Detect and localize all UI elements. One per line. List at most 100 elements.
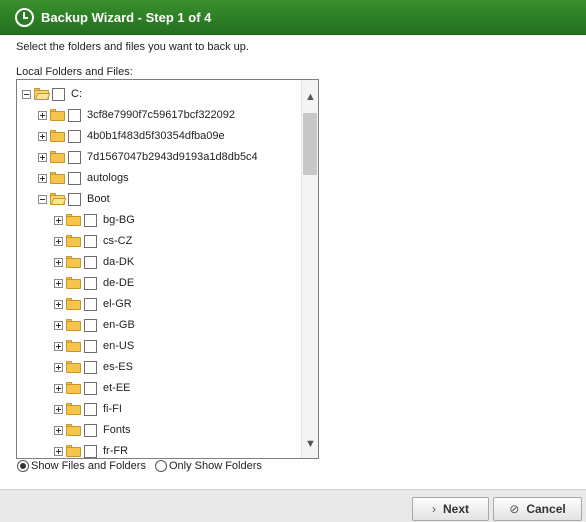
folder-tree[interactable]: ▲ ▼ C: 3cf8e7990f7c59617bcf322092 4b0b1f48…: [16, 79, 319, 459]
tree-node[interactable]: cs-CZ: [54, 231, 132, 251]
tree-node[interactable]: en-GB: [54, 315, 135, 335]
expand-toggle-icon[interactable]: [54, 362, 63, 372]
expand-toggle-icon[interactable]: [54, 446, 63, 456]
node-label[interactable]: el-GR: [103, 298, 132, 310]
folder-icon: [66, 340, 81, 352]
window-title: Backup Wizard - Step 1 of 4: [41, 9, 212, 25]
node-label[interactable]: Fonts: [103, 424, 131, 436]
expand-toggle-icon[interactable]: [54, 341, 63, 351]
expand-toggle-icon[interactable]: [54, 320, 63, 330]
node-label[interactable]: Boot: [87, 193, 110, 205]
expand-toggle-icon[interactable]: [54, 215, 63, 225]
tree-node[interactable]: fi-FI: [54, 399, 122, 419]
tree-node[interactable]: en-US: [54, 336, 134, 356]
node-label[interactable]: 4b0b1f483d5f30354dfba09e: [87, 130, 225, 142]
scroll-thumb[interactable]: [303, 113, 317, 175]
expand-toggle-icon[interactable]: [54, 278, 63, 288]
node-label[interactable]: en-GB: [103, 319, 135, 331]
folder-icon: [66, 277, 81, 289]
tree-node[interactable]: et-EE: [54, 378, 131, 398]
tree-node[interactable]: autologs: [38, 168, 129, 188]
node-checkbox[interactable]: [52, 87, 65, 101]
option-show-files-and-folders[interactable]: Show Files and Folders: [17, 460, 146, 472]
tree-node[interactable]: C:: [22, 84, 82, 104]
tree-scrollbar[interactable]: ▲ ▼: [301, 80, 318, 458]
node-checkbox[interactable]: [68, 192, 81, 206]
node-checkbox[interactable]: [84, 234, 97, 248]
tree-node[interactable]: 4b0b1f483d5f30354dfba09e: [38, 126, 225, 146]
node-checkbox[interactable]: [84, 255, 97, 269]
folder-icon: [66, 361, 81, 373]
node-label[interactable]: 3cf8e7990f7c59617bcf322092: [87, 109, 235, 121]
node-label[interactable]: bg-BG: [103, 214, 135, 226]
node-checkbox[interactable]: [84, 444, 97, 458]
expand-toggle-icon[interactable]: [38, 152, 47, 162]
next-button[interactable]: › Next: [412, 497, 489, 521]
node-label[interactable]: en-US: [103, 340, 134, 352]
expand-toggle-icon[interactable]: [54, 404, 63, 414]
collapse-toggle-icon[interactable]: [22, 89, 31, 99]
tree-node[interactable]: da-DK: [54, 252, 134, 272]
radio-only-show-folders[interactable]: [154, 460, 167, 472]
node-checkbox[interactable]: [84, 318, 97, 332]
cancel-label: Cancel: [526, 502, 566, 516]
node-checkbox[interactable]: [68, 150, 81, 164]
cancel-button[interactable]: ⊘ Cancel: [493, 497, 582, 521]
expand-toggle-icon[interactable]: [38, 173, 47, 183]
node-label[interactable]: fi-FI: [103, 403, 122, 415]
node-checkbox[interactable]: [68, 108, 81, 122]
option-label: Only Show Folders: [168, 460, 262, 472]
option-only-show-folders[interactable]: Only Show Folders: [154, 460, 262, 472]
node-checkbox[interactable]: [68, 129, 81, 143]
tree-node[interactable]: de-DE: [54, 273, 134, 293]
tree-label: Local Folders and Files:: [16, 66, 133, 78]
tree-node[interactable]: Fonts: [54, 420, 131, 440]
expand-toggle-icon[interactable]: [54, 383, 63, 393]
node-checkbox[interactable]: [84, 360, 97, 374]
view-options: Show Files and Folders Only Show Folders: [17, 460, 271, 472]
node-label[interactable]: es-ES: [103, 361, 133, 373]
node-label[interactable]: fr-FR: [103, 445, 128, 457]
node-checkbox[interactable]: [84, 381, 97, 395]
tree-node[interactable]: Boot: [38, 189, 110, 209]
tree-node[interactable]: es-ES: [54, 357, 133, 377]
node-checkbox[interactable]: [84, 339, 97, 353]
folder-icon: [50, 172, 65, 184]
node-label[interactable]: C:: [71, 88, 82, 100]
node-label[interactable]: de-DE: [103, 277, 134, 289]
cancel-icon: ⊘: [509, 502, 520, 516]
tree-node[interactable]: bg-BG: [54, 210, 135, 230]
folder-icon: [50, 109, 65, 121]
expand-toggle-icon[interactable]: [54, 257, 63, 267]
expand-toggle-icon[interactable]: [54, 425, 63, 435]
tree-node[interactable]: 3cf8e7990f7c59617bcf322092: [38, 105, 235, 125]
tree-node[interactable]: fr-FR: [54, 441, 128, 458]
radio-show-files-and-folders[interactable]: [17, 460, 29, 472]
node-label[interactable]: da-DK: [103, 256, 134, 268]
expand-toggle-icon[interactable]: [54, 299, 63, 309]
node-checkbox[interactable]: [84, 297, 97, 311]
tree-node[interactable]: 7d1567047b2943d9193a1d8db5c4: [38, 147, 258, 167]
node-checkbox[interactable]: [84, 423, 97, 437]
expand-toggle-icon[interactable]: [38, 110, 47, 120]
node-checkbox[interactable]: [68, 171, 81, 185]
folder-icon: [66, 319, 81, 331]
scroll-up-arrow-icon[interactable]: ▲: [302, 88, 318, 105]
folder-icon: [66, 298, 81, 310]
node-label[interactable]: 7d1567047b2943d9193a1d8db5c4: [87, 151, 258, 163]
backup-clock-icon: [15, 7, 34, 27]
expand-toggle-icon[interactable]: [54, 236, 63, 246]
node-label[interactable]: et-EE: [103, 382, 131, 394]
chevron-right-icon: ›: [431, 502, 436, 516]
button-bar: › Next ⊘ Cancel: [0, 489, 586, 522]
node-label[interactable]: cs-CZ: [103, 235, 132, 247]
node-checkbox[interactable]: [84, 276, 97, 290]
collapse-toggle-icon[interactable]: [38, 194, 47, 204]
node-label[interactable]: autologs: [87, 172, 129, 184]
node-checkbox[interactable]: [84, 213, 97, 227]
expand-toggle-icon[interactable]: [38, 131, 47, 141]
scroll-down-arrow-icon[interactable]: ▼: [302, 435, 318, 452]
tree-node[interactable]: el-GR: [54, 294, 132, 314]
next-label: Next: [442, 502, 469, 516]
node-checkbox[interactable]: [84, 402, 97, 416]
